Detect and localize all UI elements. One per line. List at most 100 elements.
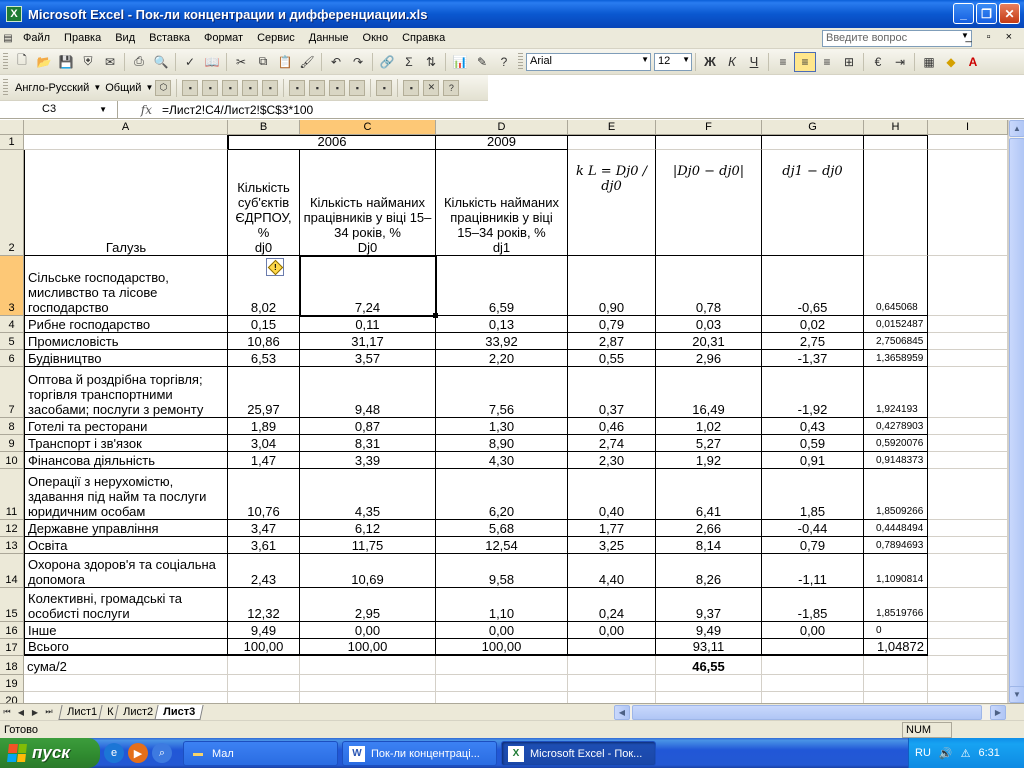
row-header-8[interactable]: 8 — [0, 418, 24, 435]
value-cell-g[interactable]: 0,43 — [762, 418, 864, 435]
name-box[interactable]: C3 ▼ — [0, 100, 118, 119]
value-cell-g[interactable]: 0,02 — [762, 316, 864, 333]
empty-cell[interactable] — [928, 554, 1008, 588]
value-cell-b[interactable]: 2,43 — [228, 554, 300, 588]
maximize-button[interactable]: ❐ — [976, 3, 997, 24]
value-cell-e[interactable]: 2,87 — [568, 333, 656, 350]
branch-cell[interactable]: Оптова й роздрібна торгівля; торгівля тр… — [24, 367, 228, 418]
horizontal-scrollbar[interactable]: ◀ ▶ — [614, 705, 1006, 720]
font-name-select[interactable]: Arial ▼ — [526, 52, 651, 71]
value-cell-g[interactable] — [762, 656, 864, 675]
value-cell-e[interactable] — [568, 639, 656, 656]
value-cell-h[interactable]: 0,9148373 — [864, 452, 928, 469]
value-cell-f[interactable]: 1,02 — [656, 418, 762, 435]
value-cell-c[interactable]: 3,57 — [300, 350, 436, 367]
column-header-h[interactable]: H — [864, 120, 928, 135]
toolbar-grip[interactable] — [3, 78, 8, 97]
value-cell-h[interactable]: 0,4448494 — [864, 520, 928, 537]
value-cell-e[interactable]: 0,40 — [568, 469, 656, 520]
value-cell-h[interactable]: 1,8509266 — [864, 469, 928, 520]
value-cell-g[interactable]: -0,65 — [762, 256, 864, 316]
value-cell-f[interactable]: 2,66 — [656, 520, 762, 537]
value-cell-d[interactable]: 33,92 — [436, 333, 568, 350]
tool-icon[interactable]: ▪ — [262, 79, 279, 96]
email-icon[interactable]: ✉ — [99, 52, 121, 72]
value-cell-e[interactable]: 3,25 — [568, 537, 656, 554]
row-header-19[interactable]: 19 — [0, 675, 24, 692]
value-cell-e[interactable]: 1,77 — [568, 520, 656, 537]
italic-button[interactable]: К — [721, 52, 743, 72]
value-cell-d[interactable]: 7,56 — [436, 367, 568, 418]
tool-icon[interactable]: ▪ — [242, 79, 259, 96]
value-cell-b[interactable]: 3,61 — [228, 537, 300, 554]
value-cell-c[interactable] — [300, 675, 436, 692]
align-right-icon[interactable]: ≡ — [816, 52, 838, 72]
value-cell-f[interactable]: 2,96 — [656, 350, 762, 367]
value-cell-h[interactable] — [864, 692, 928, 703]
scroll-left-icon[interactable]: ◀ — [614, 705, 630, 720]
branch-cell[interactable] — [24, 675, 228, 692]
value-cell-b[interactable] — [228, 656, 300, 675]
permission-icon[interactable]: ⛨ — [77, 52, 99, 72]
tool-icon[interactable]: ▪ — [309, 79, 326, 96]
row-header-20[interactable]: 20 — [0, 692, 24, 703]
value-cell-e[interactable] — [568, 692, 656, 703]
value-cell-e[interactable]: 0,55 — [568, 350, 656, 367]
value-cell-f[interactable]: 8,26 — [656, 554, 762, 588]
value-cell-d[interactable]: 5,68 — [436, 520, 568, 537]
language-select[interactable]: Англо-Русский — [11, 82, 93, 94]
value-cell-c[interactable]: 3,39 — [300, 452, 436, 469]
undo-icon[interactable]: ↶ — [325, 52, 347, 72]
prev-sheet-icon[interactable]: ◀ — [14, 708, 28, 717]
row-header-2[interactable]: 2 — [0, 150, 24, 256]
drawing-icon[interactable]: ✎ — [471, 52, 493, 72]
value-cell-e[interactable] — [568, 656, 656, 675]
fill-handle[interactable] — [433, 313, 438, 318]
next-sheet-icon[interactable]: ▶ — [28, 708, 42, 717]
value-cell-f[interactable] — [656, 692, 762, 703]
branch-cell[interactable]: Освіта — [24, 537, 228, 554]
empty-cell[interactable] — [928, 537, 1008, 554]
value-cell-d[interactable]: 0,13 — [436, 316, 568, 333]
value-cell-c[interactable]: 0,11 — [300, 316, 436, 333]
empty-cell[interactable] — [928, 692, 1008, 703]
value-cell-h[interactable]: 1,1090814 — [864, 554, 928, 588]
branch-cell[interactable]: Фінансова діяльність — [24, 452, 228, 469]
borders-icon[interactable]: ▦ — [918, 52, 940, 72]
value-cell-g[interactable]: -1,92 — [762, 367, 864, 418]
branch-cell[interactable]: Сільське господарство, мисливство та ліс… — [24, 256, 228, 316]
empty-cell[interactable] — [928, 656, 1008, 675]
value-cell-h[interactable] — [864, 675, 928, 692]
formula-input[interactable]: =Лист2!C4/Лист2!$C$3*100 — [158, 103, 313, 117]
select-all-corner[interactable] — [0, 120, 24, 135]
format-painter-icon[interactable]: 🖌 — [296, 52, 318, 72]
column-header-a[interactable]: A — [24, 120, 228, 135]
indent-icon[interactable]: ⇥ — [889, 52, 911, 72]
value-cell-d[interactable]: 9,58 — [436, 554, 568, 588]
align-center-icon[interactable]: ≡ — [794, 51, 816, 72]
value-cell-f[interactable]: 9,37 — [656, 588, 762, 622]
value-cell-h[interactable]: 2,7506845 — [864, 333, 928, 350]
value-cell-d[interactable] — [436, 675, 568, 692]
value-cell-f[interactable] — [656, 675, 762, 692]
chevron-down-icon[interactable]: ▼ — [99, 101, 107, 118]
value-cell-g[interactable]: -1,37 — [762, 350, 864, 367]
value-cell-f[interactable]: 5,27 — [656, 435, 762, 452]
vertical-scrollbar[interactable]: ▲ ▼ — [1008, 120, 1024, 703]
redo-icon[interactable]: ↷ — [347, 52, 369, 72]
empty-cell[interactable] — [568, 135, 656, 150]
value-cell-g[interactable]: 0,79 — [762, 537, 864, 554]
start-button[interactable]: пуск — [0, 738, 100, 768]
row-header-6[interactable]: 6 — [0, 350, 24, 367]
empty-cell[interactable] — [928, 316, 1008, 333]
value-cell-g[interactable] — [762, 675, 864, 692]
empty-cell[interactable] — [928, 333, 1008, 350]
open-icon[interactable]: 📂 — [33, 52, 55, 72]
tool-icon[interactable]: ▪ — [329, 79, 346, 96]
translate-icon[interactable]: ⬡ — [155, 79, 172, 96]
row-header-4[interactable]: 4 — [0, 316, 24, 333]
value-cell-e[interactable]: 0,37 — [568, 367, 656, 418]
taskbar-item-excel[interactable]: X Microsoft Excel - Пок... — [501, 741, 656, 766]
row-header-3[interactable]: 3 — [0, 256, 24, 316]
hyperlink-icon[interactable]: 🔗 — [376, 52, 398, 72]
